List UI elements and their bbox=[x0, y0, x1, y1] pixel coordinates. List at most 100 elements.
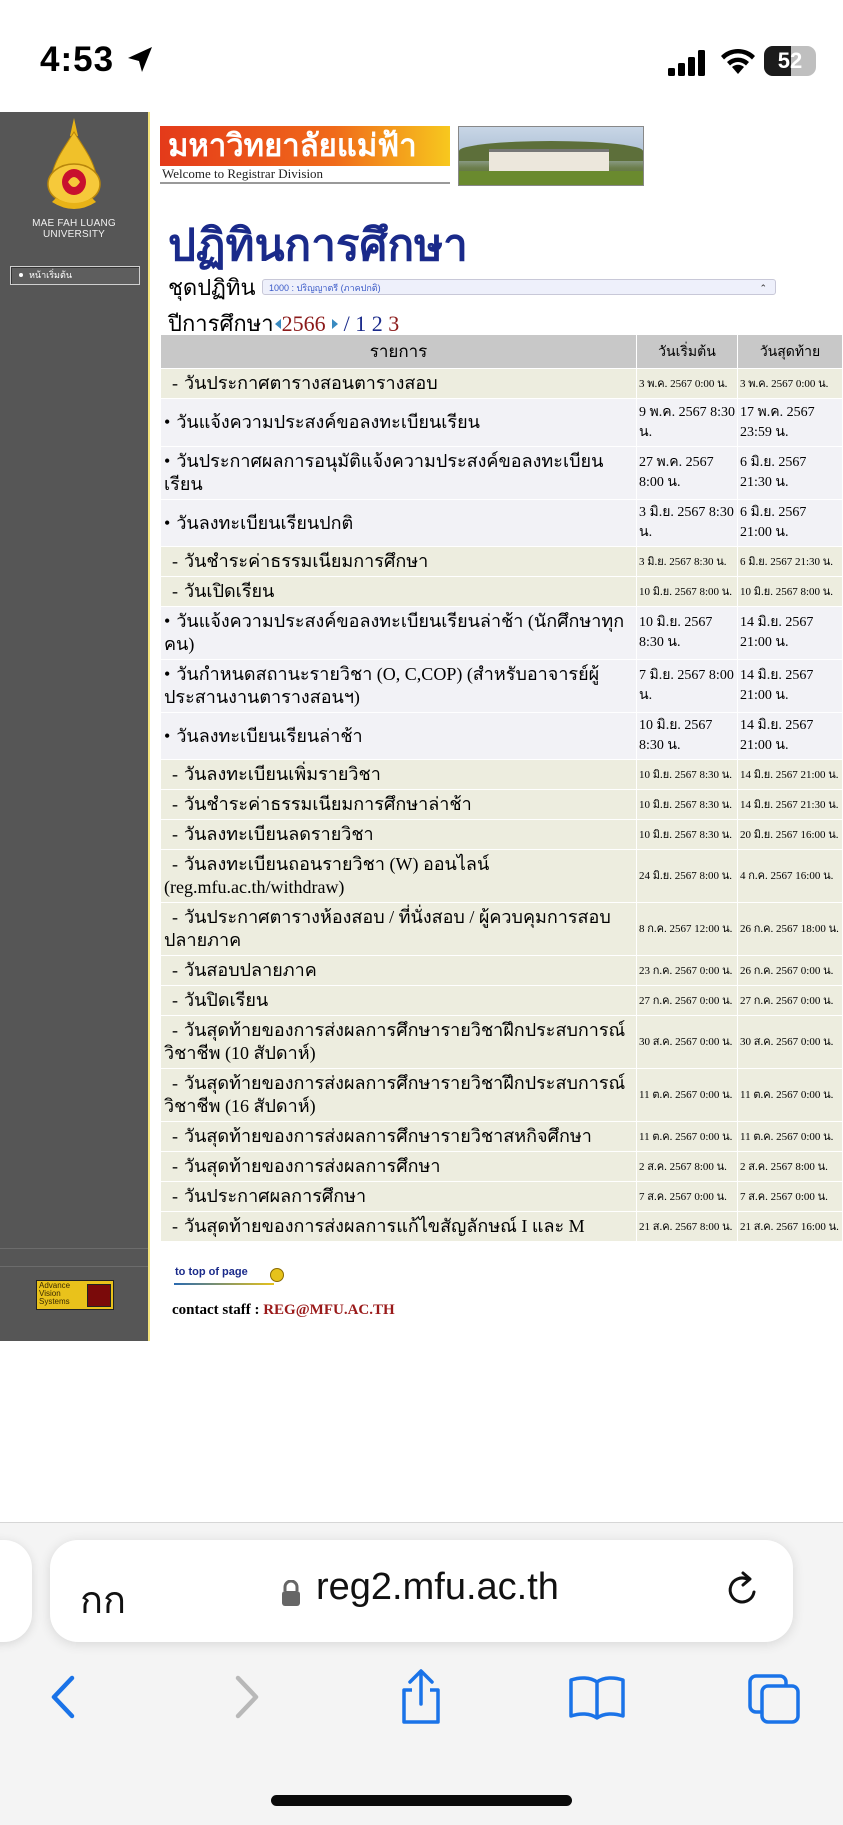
banner-title: มหาวิทยาลัยแม่ฟ้าหลวง bbox=[160, 126, 450, 203]
pages-separator: / bbox=[343, 311, 350, 336]
row-end-date: 3 พ.ค. 2567 0:00 น. bbox=[737, 368, 843, 399]
row-item-name: วันประกาศตารางห้องสอบ / ที่นั่งสอบ / ผู้… bbox=[164, 907, 611, 950]
back-icon[interactable] bbox=[46, 1672, 80, 1722]
row-start-date: 21 ส.ค. 2567 8:00 น. bbox=[636, 1211, 738, 1242]
row-end-date: 26 ก.ค. 2567 0:00 น. bbox=[737, 955, 843, 986]
row-item-name: วันลงทะเบียนเรียนปกติ bbox=[176, 512, 354, 533]
row-end-date: 17 พ.ค. 2567 23:59 น. bbox=[737, 398, 843, 447]
row-item-cell: - วันสอบปลายภาค bbox=[160, 955, 637, 986]
row-start-date: 27 พ.ค. 2567 8:00 น. bbox=[636, 446, 738, 500]
calendar-set-select[interactable]: 1000 : ปริญญาตรี (ภาคปกติ) ⌃ bbox=[262, 279, 776, 295]
row-item-cell: - วันปิดเรียน bbox=[160, 985, 637, 1016]
row-bullet: - bbox=[172, 1186, 178, 1206]
row-bullet: - bbox=[172, 1020, 178, 1040]
row-end-date: 14 มิ.ย. 2567 21:00 น. bbox=[737, 606, 843, 660]
table-row: - วันสุดท้ายของการส่งผลการศึกษารายวิชาฝึก… bbox=[160, 1068, 843, 1122]
share-icon[interactable] bbox=[396, 1668, 446, 1726]
sidebar bbox=[0, 112, 148, 1341]
table-row: - วันประกาศตารางห้องสอบ / ที่นั่งสอบ / ผู… bbox=[160, 902, 843, 956]
row-end-date: 14 มิ.ย. 2567 21:00 น. bbox=[737, 659, 843, 713]
column-header-start: วันเริ่มต้น bbox=[636, 334, 738, 369]
university-logo-icon[interactable] bbox=[42, 118, 106, 216]
tabs-icon[interactable] bbox=[746, 1672, 802, 1724]
contact-staff: contact staff : REG@MFU.AC.TH bbox=[172, 1302, 395, 1319]
university-name: MAE FAH LUANG UNIVERSITY bbox=[32, 218, 116, 240]
signal-icon bbox=[668, 50, 705, 76]
table-row: • วันลงทะเบียนเรียนปกติ 3 มิ.ย. 2567 8:30 … bbox=[160, 499, 843, 547]
row-start-date: 8 ก.ค. 2567 12:00 น. bbox=[636, 902, 738, 956]
table-row: - วันลงทะเบียนถอนรายวิชา (W) ออนไลน์ (reg… bbox=[160, 849, 843, 903]
bookmarks-icon[interactable] bbox=[568, 1674, 626, 1720]
calendar-set-value: 1000 : ปริญญาตรี (ภาคปกติ) bbox=[269, 283, 381, 293]
page-link-3[interactable]: 3 bbox=[388, 311, 399, 336]
row-start-date: 9 พ.ค. 2567 8:30 น. bbox=[636, 398, 738, 447]
calendar-table-body: - วันประกาศตารางสอนตารางสอบ 3 พ.ค. 2567 0:… bbox=[160, 368, 843, 1242]
row-end-date: 4 ก.ค. 2567 16:00 น. bbox=[737, 849, 843, 903]
row-start-date: 11 ต.ค. 2567 0:00 น. bbox=[636, 1068, 738, 1122]
row-start-date: 10 มิ.ย. 2567 8:30 น. bbox=[636, 819, 738, 850]
row-item-cell: - วันเปิดเรียน bbox=[160, 576, 637, 607]
page-link-1[interactable]: 1 bbox=[355, 311, 366, 336]
academic-year-value: 2566 bbox=[281, 311, 326, 336]
row-item-cell: • วันแจ้งความประสงค์ขอลงทะเบียนเรียนล่าช้… bbox=[160, 606, 637, 660]
row-start-date: 10 มิ.ย. 2567 8:30 น. bbox=[636, 789, 738, 820]
row-bullet: - bbox=[172, 1156, 178, 1176]
row-item-name: วันประกาศผลการศึกษา bbox=[184, 1186, 367, 1206]
bullet-icon bbox=[19, 273, 23, 277]
row-end-date: 21 ส.ค. 2567 16:00 น. bbox=[737, 1211, 843, 1242]
row-start-date: 10 มิ.ย. 2567 8:00 น. bbox=[636, 576, 738, 607]
forward-icon[interactable] bbox=[230, 1672, 264, 1722]
row-item-name: วันสุดท้ายของการส่งผลการศึกษารายวิชาฝึกป… bbox=[164, 1020, 626, 1063]
row-item-name: วันลงทะเบียนลดรายวิชา bbox=[184, 824, 374, 844]
battery-level: 52 bbox=[777, 48, 803, 73]
row-item-name: วันลงทะเบียนเรียนล่าช้า bbox=[176, 725, 363, 746]
text-size-button[interactable]: กก bbox=[80, 1569, 126, 1630]
table-row: • วันแจ้งความประสงค์ขอลงทะเบียนเรียน 9 พ.ค… bbox=[160, 398, 843, 447]
row-bullet: • bbox=[164, 725, 171, 746]
row-end-date: 10 มิ.ย. 2567 8:00 น. bbox=[737, 576, 843, 607]
wifi-icon bbox=[721, 48, 755, 74]
prev-year-icon[interactable] bbox=[274, 319, 281, 329]
table-row: • วันประกาศผลการอนุมัติแจ้งความประสงค์ขอล… bbox=[160, 446, 843, 500]
advance-vision-badge[interactable]: Advance Vision Systems bbox=[36, 1280, 114, 1310]
row-end-date: 14 มิ.ย. 2567 21:00 น. bbox=[737, 759, 843, 790]
row-end-date: 30 ส.ค. 2567 0:00 น. bbox=[737, 1015, 843, 1069]
table-row: • วันกำหนดสถานะรายวิชา (O, C,COP) (สำหรับ… bbox=[160, 659, 843, 713]
row-item-cell: - วันลงทะเบียนลดรายวิชา bbox=[160, 819, 637, 850]
row-item-cell: • วันแจ้งความประสงค์ขอลงทะเบียนเรียน bbox=[160, 398, 637, 447]
previous-tab-pill[interactable] bbox=[0, 1540, 32, 1642]
page-link-2[interactable]: 2 bbox=[372, 311, 383, 336]
row-bullet: • bbox=[164, 664, 171, 684]
next-year-icon[interactable] bbox=[331, 319, 338, 329]
row-start-date: 23 ก.ค. 2567 0:00 น. bbox=[636, 955, 738, 986]
row-item-cell: - วันประกาศผลการศึกษา bbox=[160, 1181, 637, 1212]
row-start-date: 30 ส.ค. 2567 0:00 น. bbox=[636, 1015, 738, 1069]
table-row: - วันประกาศผลการศึกษา 7 ส.ค. 2567 0:00 น. 7… bbox=[160, 1181, 843, 1212]
row-item-name: วันแจ้งความประสงค์ขอลงทะเบียนเรียน bbox=[176, 412, 480, 432]
row-item-name: วันปิดเรียน bbox=[184, 990, 269, 1010]
row-item-name: วันสุดท้ายของการส่งผลการศึกษา bbox=[184, 1156, 441, 1176]
contact-email-link[interactable]: REG@MFU.AC.TH bbox=[263, 1302, 394, 1318]
badge-text: Advance Vision Systems bbox=[39, 1281, 71, 1306]
home-menu-label: หน้าเริ่มต้น bbox=[29, 270, 72, 280]
table-row: - วันชำระค่าธรรมเนียมการศึกษา 3 มิ.ย. 2567… bbox=[160, 546, 843, 577]
row-item-name: วันลงทะเบียนถอนรายวิชา (W) ออนไลน์ (reg.… bbox=[164, 854, 490, 897]
table-row: - วันสุดท้ายของการส่งผลการศึกษารายวิชาสหก… bbox=[160, 1121, 843, 1152]
row-bullet: - bbox=[172, 907, 178, 927]
row-item-name: วันสุดท้ายของการส่งผลการแก้ไขสัญลักษณ์ I… bbox=[184, 1216, 585, 1236]
row-start-date: 3 มิ.ย. 2567 8:30 น. bbox=[636, 499, 738, 547]
row-start-date: 11 ต.ค. 2567 0:00 น. bbox=[636, 1121, 738, 1152]
row-item-cell: - วันชำระค่าธรรมเนียมการศึกษา bbox=[160, 546, 637, 577]
to-top-link[interactable]: to top of page bbox=[175, 1266, 248, 1278]
table-row: - วันสุดท้ายของการส่งผลการศึกษารายวิชาฝึก… bbox=[160, 1015, 843, 1069]
reload-icon[interactable] bbox=[723, 1570, 763, 1610]
calendar-set-label: ชุดปฏิทิน bbox=[168, 275, 256, 300]
row-bullet: - bbox=[172, 854, 178, 874]
campus-photo bbox=[458, 126, 644, 186]
url-text[interactable]: reg2.mfu.ac.th bbox=[316, 1566, 559, 1609]
arrow-up-icon[interactable] bbox=[270, 1268, 284, 1282]
row-item-cell: - วันลงทะเบียนเพิ่มรายวิชา bbox=[160, 759, 637, 790]
row-start-date: 7 ส.ค. 2567 0:00 น. bbox=[636, 1181, 738, 1212]
status-bar: 4:53 52 bbox=[0, 0, 843, 112]
home-menu-button[interactable]: หน้าเริ่มต้น bbox=[10, 266, 140, 285]
